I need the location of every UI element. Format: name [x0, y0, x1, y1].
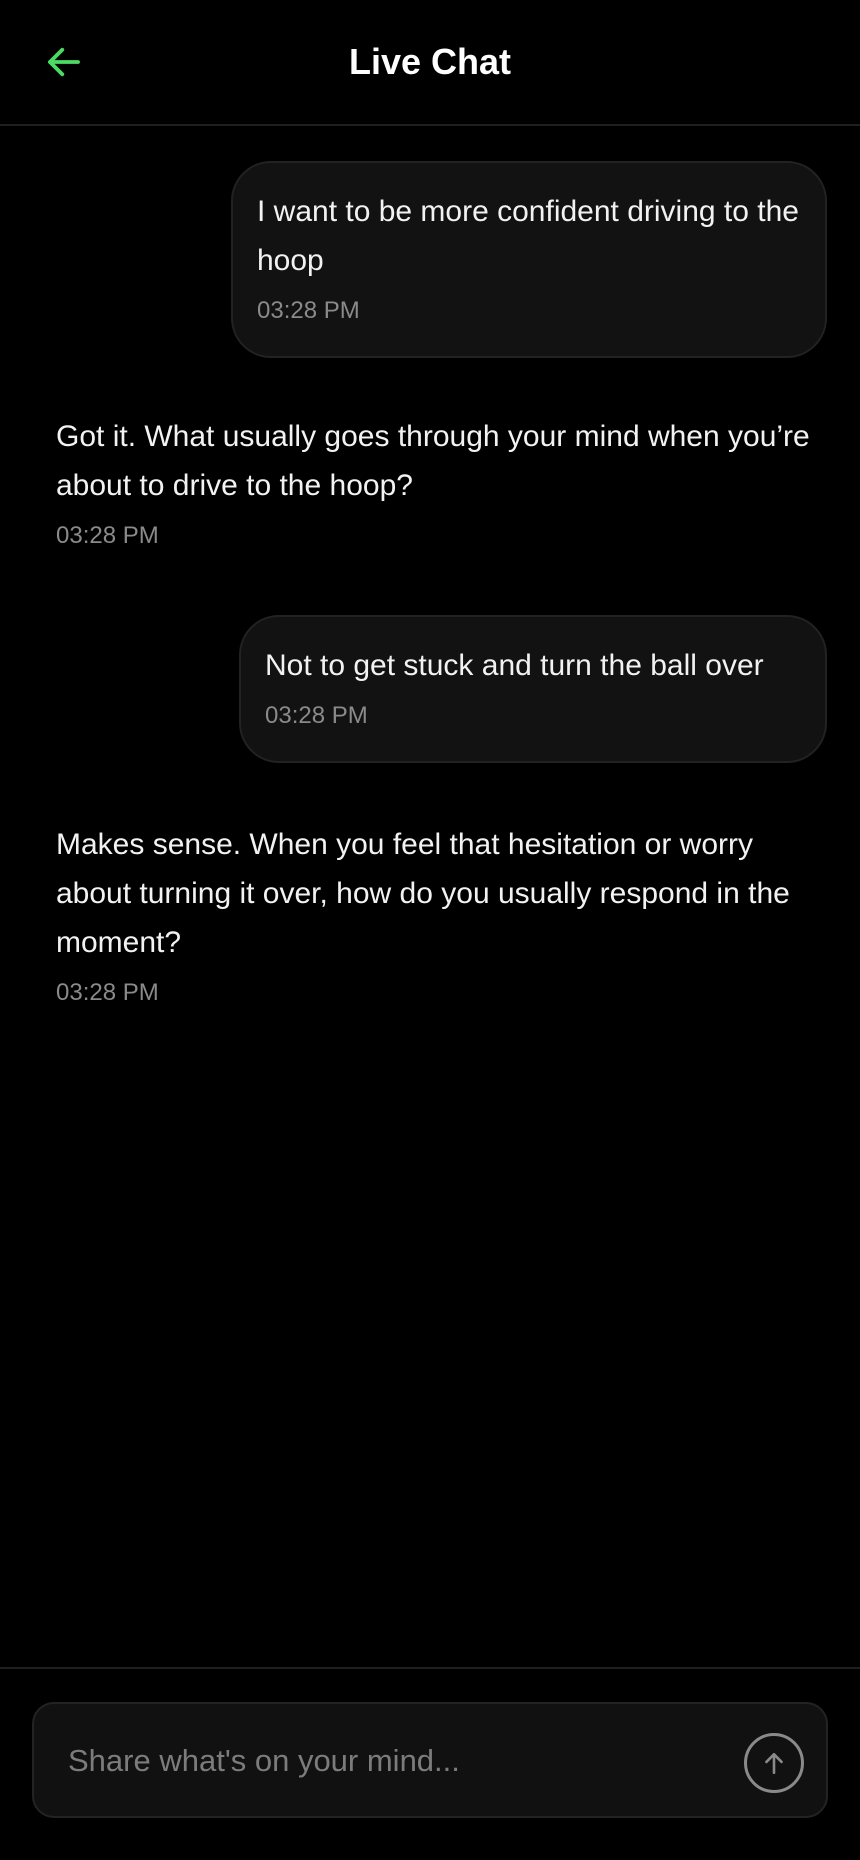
- header: Live Chat: [0, 0, 860, 126]
- message-text: Makes sense. When you feel that hesitati…: [56, 828, 790, 959]
- message-time: 03:28 PM: [56, 979, 159, 1006]
- composer: [32, 1702, 828, 1818]
- user-message: Not to get stuck and turn the ball over …: [239, 615, 827, 763]
- message-text: Not to get stuck and turn the ball over: [265, 649, 764, 682]
- message-input[interactable]: [66, 1732, 710, 1790]
- message-text: I want to be more confident driving to t…: [257, 195, 799, 277]
- send-button[interactable]: [744, 1733, 804, 1793]
- bot-message: Makes sense. When you feel that hesitati…: [56, 820, 816, 1009]
- message-time: 03:28 PM: [257, 297, 360, 324]
- page-title: Live Chat: [348, 41, 512, 82]
- message-text: Got it. What usually goes through your m…: [56, 420, 810, 502]
- bot-message: Got it. What usually goes through your m…: [56, 412, 816, 552]
- user-message: I want to be more confident driving to t…: [231, 161, 827, 358]
- chat-screen: Live Chat I want to be more confident dr…: [0, 0, 860, 1860]
- arrow-up-icon: [765, 1753, 783, 1775]
- message-time: 03:28 PM: [56, 522, 159, 549]
- message-time: 03:28 PM: [265, 702, 368, 729]
- message-list: I want to be more confident driving to t…: [0, 126, 860, 1666]
- composer-area: [0, 1667, 860, 1860]
